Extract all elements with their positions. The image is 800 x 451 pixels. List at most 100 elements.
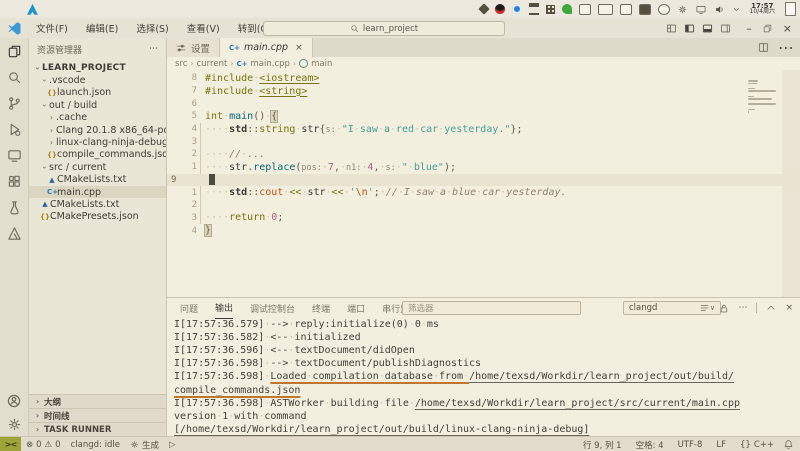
run-target-button[interactable]: ▷: [164, 440, 181, 450]
clipboard-icon[interactable]: [579, 4, 591, 15]
explorer-actions-icon[interactable]: ⋯: [149, 44, 158, 54]
tab-settings[interactable]: 设置: [167, 38, 220, 57]
toggle-primary-sidebar-icon[interactable]: [684, 23, 695, 34]
chevron-down-icon[interactable]: [732, 5, 741, 14]
run-debug-icon[interactable]: [7, 122, 22, 137]
code-line[interactable]: 3: [167, 135, 800, 148]
lock-scroll-icon[interactable]: [719, 303, 729, 314]
code-line[interactable]: 1····std::cout·<<·str·<<·'\n';·//·I·saw·…: [167, 186, 800, 199]
cmake-build-button[interactable]: 生成: [125, 439, 164, 451]
command-center-search[interactable]: learn_project: [263, 21, 505, 36]
breadcrumb-src[interactable]: src: [175, 59, 187, 69]
eol-status[interactable]: LF: [711, 440, 731, 450]
source-control-icon[interactable]: [7, 96, 22, 111]
tree-item-cmakepresets-json[interactable]: {}CMakePresets.json: [29, 211, 166, 223]
input-method-icon[interactable]: [658, 4, 670, 15]
editor-actions-icon[interactable]: ⋯: [778, 38, 794, 57]
code-line[interactable]: 6: [167, 97, 800, 110]
grid-icon[interactable]: [546, 5, 555, 14]
menu-selection[interactable]: 选择(S): [129, 19, 175, 37]
close-window-button[interactable]: ×: [783, 22, 792, 35]
clangd-status[interactable]: clangd: idle: [66, 440, 125, 450]
menu-file[interactable]: 文件(F): [29, 19, 75, 37]
tree-item-linux-clang-ninja-debug[interactable]: ›linux-clang-ninja-debug: [29, 136, 166, 148]
cursor-position-status[interactable]: 行 9, 列 1: [578, 439, 627, 451]
remote-explorer-icon[interactable]: [7, 148, 22, 163]
keyboard-icon[interactable]: [598, 4, 613, 15]
toggle-secondary-sidebar-icon[interactable]: [720, 23, 731, 34]
manage-gear-icon[interactable]: [7, 417, 22, 432]
code-line[interactable]: 4}: [167, 224, 800, 237]
panel-more-actions-icon[interactable]: ⋯: [738, 303, 747, 313]
qq-icon[interactable]: [495, 4, 505, 14]
output-link[interactable]: /home/texsd/Workdir/learn_project/out/bu…: [469, 371, 734, 382]
output-link[interactable]: Loaded·compilation·database·from·: [270, 371, 469, 382]
battery-icon[interactable]: [639, 4, 651, 15]
code-line[interactable]: 3····return·0;: [167, 212, 800, 225]
remote-indicator[interactable]: ><: [0, 437, 21, 451]
tree-item-launch-json[interactable]: {}launch.json: [29, 87, 166, 99]
split-editor-icon[interactable]: [758, 42, 769, 53]
tree-item-out-build[interactable]: ›out / build: [29, 99, 166, 111]
volume-icon[interactable]: [714, 4, 725, 15]
search-sidebar-icon[interactable]: [7, 70, 22, 85]
tree-item-compile-commands-json[interactable]: {}compile_commands.json: [29, 149, 166, 161]
accounts-icon[interactable]: [6, 393, 22, 409]
indentation-status[interactable]: 空格: 4: [631, 439, 669, 451]
code-line[interactable]: 9: [167, 174, 800, 187]
panel-tab-debug-console[interactable]: 调试控制台: [250, 298, 295, 318]
settings-tray-icon[interactable]: [677, 4, 688, 15]
code-line[interactable]: 2····//·...: [167, 148, 800, 161]
restore-button[interactable]: [763, 24, 772, 33]
output-filter-input[interactable]: 筛选器: [402, 301, 581, 315]
code-editor[interactable]: 8#include·<iostream>7#include·<string>65…: [167, 70, 800, 299]
section-timeline[interactable]: ›时间线: [29, 408, 166, 422]
tree-item-src-current[interactable]: ›src / current: [29, 161, 166, 173]
output-log[interactable]: I[17:57:36.579]·-->·reply:initialize(0)·…: [167, 318, 800, 436]
section-outline[interactable]: ›大纲: [29, 394, 166, 408]
minimize-button[interactable]: –: [746, 22, 752, 35]
panel-tab-terminal[interactable]: 终端: [312, 298, 330, 318]
code-line[interactable]: 1····str.replace(pos:·7,·n1:·4,·s:·"·blu…: [167, 161, 800, 174]
section-task-runner[interactable]: ›TASK RUNNER: [29, 422, 166, 436]
menu-edit[interactable]: 编辑(E): [79, 19, 125, 37]
customize-layout-icon[interactable]: [666, 23, 677, 34]
breadcrumb-file[interactable]: main.cpp: [251, 59, 290, 69]
tab-main-cpp[interactable]: C+ main.cpp ×: [220, 38, 313, 57]
tree-item-main-cpp[interactable]: C+main.cpp: [29, 186, 166, 198]
tree-item--vscode[interactable]: ›.vscode: [29, 74, 166, 86]
tree-item-learn-project[interactable]: ›LEARN_PROJECT: [29, 62, 166, 74]
wechat-icon[interactable]: [562, 4, 572, 14]
language-mode-status[interactable]: {}C++: [735, 440, 779, 450]
code-line[interactable]: 8#include·<iostream>: [167, 72, 800, 85]
output-link[interactable]: /home/texsd/Workdir/learn_project/src/cu…: [415, 398, 740, 409]
panel-tab-ports[interactable]: 端口: [347, 298, 365, 318]
code-line[interactable]: 2: [167, 199, 800, 212]
menu-list-icon[interactable]: [529, 3, 539, 15]
clear-output-icon[interactable]: [699, 303, 710, 313]
code-line[interactable]: 7#include·<string>: [167, 85, 800, 98]
breadcrumb-symbol[interactable]: main: [311, 59, 332, 69]
clock[interactable]: 17:57 10/4周六: [750, 3, 775, 15]
tree-item-clang-20-1-8-x86-64-pc-linux-gnu[interactable]: ›Clang 20.1.8 x86_64-pc-linux-gnu: [29, 124, 166, 136]
arch-linux-logo-icon[interactable]: [26, 3, 39, 16]
toggle-panel-icon[interactable]: [702, 23, 713, 34]
testing-icon[interactable]: [7, 200, 22, 215]
cmake-icon[interactable]: [7, 226, 22, 241]
close-panel-icon[interactable]: ×: [785, 303, 793, 313]
extensions-icon[interactable]: [7, 174, 22, 189]
calendar-icon[interactable]: [620, 4, 632, 15]
tree-item-cmakelists-txt[interactable]: ▲CMakeLists.txt: [29, 198, 166, 210]
encoding-status[interactable]: UTF-8: [673, 440, 708, 450]
problems-status[interactable]: ⊗0 ⚠0: [21, 440, 66, 450]
show-desktop-button[interactable]: [785, 2, 796, 16]
output-link[interactable]: compile_commands.json: [174, 385, 300, 396]
panel-tab-output[interactable]: 输出: [215, 298, 233, 319]
launcher-star-icon[interactable]: [478, 3, 489, 14]
explorer-icon[interactable]: [7, 44, 22, 59]
breadcrumb-current[interactable]: current: [197, 59, 228, 69]
menu-view[interactable]: 查看(V): [180, 19, 227, 37]
tree-item-cmakelists-txt[interactable]: ▲CMakeLists.txt: [29, 174, 166, 186]
tree-item--cache[interactable]: ›.cache: [29, 112, 166, 124]
browser-icon[interactable]: [512, 4, 522, 14]
